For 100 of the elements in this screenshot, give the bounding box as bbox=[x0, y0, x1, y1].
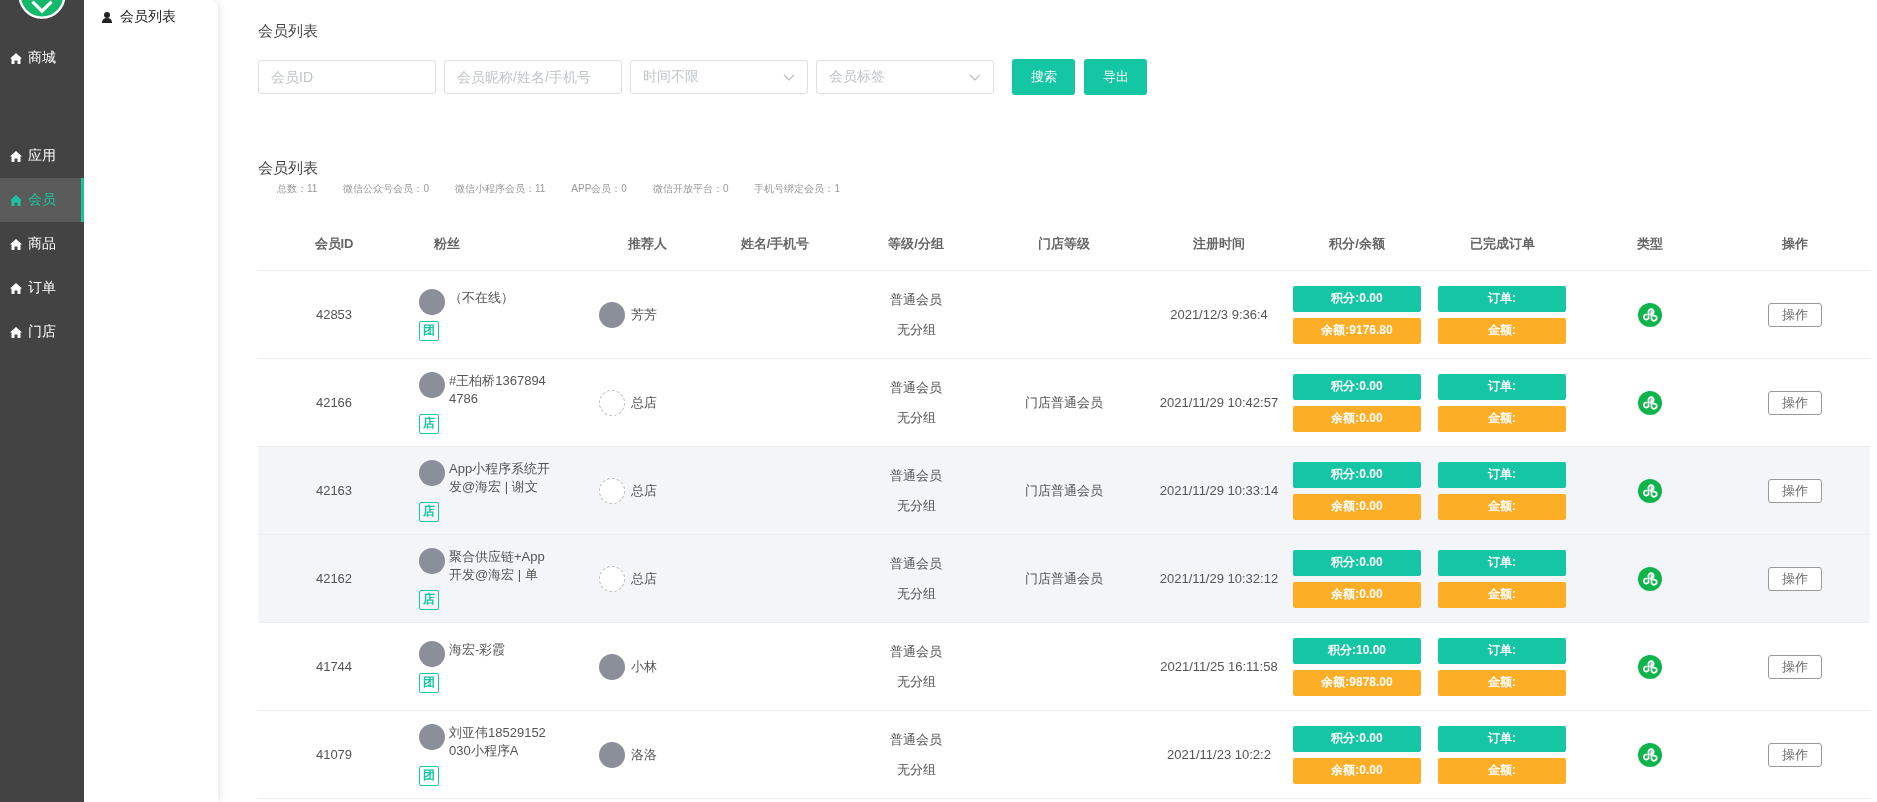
avatar-placeholder bbox=[419, 288, 445, 315]
operate-button[interactable]: 操作 bbox=[1768, 302, 1822, 327]
balance-badge: 余额:9878.00 bbox=[1293, 669, 1421, 696]
orders-badge: 订单: bbox=[1438, 461, 1566, 488]
orders-badge: 订单: bbox=[1438, 549, 1566, 576]
avatar-placeholder bbox=[419, 547, 445, 574]
points-badge: 积分:0.00 bbox=[1293, 285, 1421, 312]
sidebar-item[interactable]: 订单 bbox=[0, 266, 84, 310]
stat-text: 手机号绑定会员：1 bbox=[754, 182, 841, 196]
points-badge: 积分:0.00 bbox=[1293, 549, 1421, 576]
stat-text: 微信小程序会员：11 bbox=[454, 182, 546, 196]
column-header: 会员ID bbox=[313, 235, 355, 253]
member-level: 普通会员 bbox=[890, 378, 942, 397]
stat-text: 微信公众号会员：0 bbox=[343, 182, 429, 196]
member-group: 无分组 bbox=[896, 408, 936, 427]
amount-badge: 金额: bbox=[1438, 493, 1566, 520]
avatar-placeholder bbox=[419, 459, 445, 486]
points-badge: 积分:0.00 bbox=[1293, 373, 1421, 400]
table-cell: 42163 bbox=[315, 483, 353, 498]
page-title: 会员列表 bbox=[258, 22, 319, 41]
home-icon bbox=[10, 282, 22, 294]
amount-badge: 金额: bbox=[1438, 317, 1566, 344]
amount-badge: 金额: bbox=[1438, 405, 1566, 432]
home-icon bbox=[10, 326, 22, 338]
tag-label: 团 bbox=[419, 320, 439, 341]
store-level: 门店普通会员 bbox=[1025, 393, 1103, 412]
fan-name: #王柏桥13678944786 bbox=[449, 371, 547, 408]
avatar-placeholder bbox=[419, 723, 445, 750]
tag-label: 店 bbox=[419, 413, 439, 434]
input-field[interactable]: 会员ID bbox=[258, 60, 436, 94]
register-time: 2021/11/25 16:11:58 bbox=[1160, 659, 1278, 674]
member-group: 无分组 bbox=[896, 320, 936, 339]
table-cell: 42166 bbox=[315, 395, 353, 410]
sidebar-item[interactable]: 门店 bbox=[0, 310, 84, 354]
register-time: 2021/11/29 10:42:57 bbox=[1159, 395, 1279, 410]
column-header: 门店等级 bbox=[1037, 235, 1091, 253]
balance-badge: 余额:9176.80 bbox=[1293, 317, 1421, 344]
table-cell: 42162 bbox=[315, 571, 353, 586]
subnav-item[interactable]: 会员列表 bbox=[84, 0, 218, 26]
fan-name: （不在线） bbox=[449, 288, 515, 307]
points-badge: 积分:10.00 bbox=[1293, 637, 1421, 664]
member-level: 普通会员 bbox=[890, 642, 942, 661]
sidebar-item[interactable]: 应用 bbox=[0, 134, 84, 178]
member-level: 普通会员 bbox=[890, 466, 942, 485]
referrer-name: 小林 bbox=[631, 657, 657, 676]
avatar-placeholder bbox=[419, 640, 445, 667]
table-cell: 42853 bbox=[315, 307, 353, 322]
operate-button[interactable]: 操作 bbox=[1768, 478, 1822, 503]
balance-badge: 余额:0.00 bbox=[1293, 493, 1421, 520]
orders-badge: 订单: bbox=[1438, 285, 1566, 312]
member-group: 无分组 bbox=[896, 496, 936, 515]
fan-name: App小程序系统开发@海宏 | 谢文 bbox=[449, 459, 552, 496]
link-icon bbox=[1638, 302, 1662, 327]
stat-text: APP会员：0 bbox=[571, 182, 627, 196]
referrer-name: 总店 bbox=[631, 481, 657, 500]
user-icon bbox=[102, 11, 112, 23]
member-level: 普通会员 bbox=[890, 290, 942, 309]
register-time: 2021/11/29 10:33:14 bbox=[1159, 483, 1279, 498]
column-header: 注册时间 bbox=[1192, 235, 1246, 253]
tag-label: 团 bbox=[419, 765, 439, 786]
operate-button[interactable]: 操作 bbox=[1768, 654, 1822, 679]
tag-label: 团 bbox=[419, 672, 439, 693]
tag-label: 店 bbox=[419, 501, 439, 522]
column-header: 粉丝 bbox=[433, 235, 461, 253]
amount-badge: 金额: bbox=[1438, 757, 1566, 784]
points-badge: 积分:0.00 bbox=[1293, 461, 1421, 488]
home-icon bbox=[10, 150, 22, 162]
input-field[interactable]: 会员昵称/姓名/手机号 bbox=[444, 60, 622, 94]
column-header: 类型 bbox=[1636, 235, 1664, 253]
register-time: 2021/11/23 10:2:2 bbox=[1167, 747, 1271, 762]
link-icon bbox=[1638, 566, 1662, 591]
operate-button[interactable]: 操作 bbox=[1768, 742, 1822, 767]
orders-badge: 订单: bbox=[1438, 373, 1566, 400]
points-badge: 积分:0.00 bbox=[1293, 725, 1421, 752]
member-group: 无分组 bbox=[896, 584, 936, 603]
operate-button[interactable]: 操作 bbox=[1768, 390, 1822, 415]
register-time: 2021/12/3 9:36:4 bbox=[1170, 307, 1268, 322]
referrer-name: 洛洛 bbox=[631, 745, 657, 764]
amount-badge: 金额: bbox=[1438, 581, 1566, 608]
stat-text: 微信开放平台：0 bbox=[652, 182, 729, 196]
member-group: 无分组 bbox=[896, 672, 936, 691]
referrer-name: 总店 bbox=[631, 569, 657, 588]
home-icon bbox=[10, 238, 22, 250]
member-level: 普通会员 bbox=[890, 730, 942, 749]
balance-badge: 余额:0.00 bbox=[1293, 405, 1421, 432]
sidebar-item[interactable]: 商品 bbox=[0, 222, 84, 266]
referrer-name: 芳芳 bbox=[631, 305, 657, 324]
column-header: 积分/余额 bbox=[1328, 235, 1386, 253]
store-level: 门店普通会员 bbox=[1025, 569, 1103, 588]
tag-label: 店 bbox=[419, 589, 439, 610]
store-level: 门店普通会员 bbox=[1025, 481, 1103, 500]
column-header: 操作 bbox=[1781, 235, 1809, 253]
orders-badge: 订单: bbox=[1438, 725, 1566, 752]
operate-button[interactable]: 操作 bbox=[1768, 566, 1822, 591]
home-icon bbox=[10, 194, 22, 206]
balance-badge: 余额:0.00 bbox=[1293, 757, 1421, 784]
fan-name: 海宏-彩霞 bbox=[449, 640, 507, 659]
table-cell: 41744 bbox=[315, 659, 353, 674]
sidebar-item[interactable]: 商城 bbox=[0, 36, 84, 80]
link-icon bbox=[1638, 742, 1662, 767]
